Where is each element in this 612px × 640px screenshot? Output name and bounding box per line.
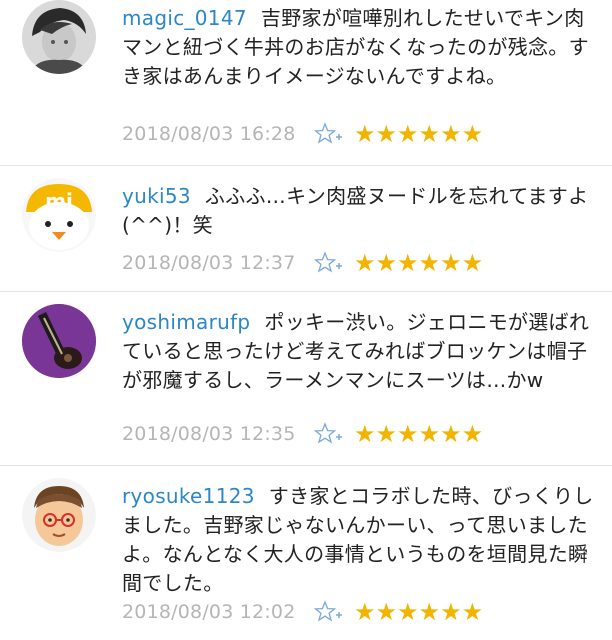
timestamp: 2018/08/03 12:35 <box>122 423 296 445</box>
avatar[interactable] <box>22 478 96 552</box>
comment-text: yuki53 ふふふ…キン肉盛ヌードルを忘れてますよ(^^)！笑 <box>122 182 598 240</box>
comment-meta: 2018/08/03 12:37 ★★★★★★ <box>122 249 483 277</box>
star-plus-icon[interactable] <box>314 600 344 624</box>
duck-mi-icon: mi <box>22 178 96 252</box>
comment-text: ryosuke1123 すき家とコラボした時、びっくりしました。吉野家じゃないんか… <box>122 482 598 598</box>
avatar[interactable] <box>22 304 96 378</box>
username-link[interactable]: yoshimarufp <box>122 310 250 334</box>
comment-body: ふふふ…キン肉盛ヌードルを忘れてますよ(^^)！笑 <box>122 184 589 237</box>
star-plus-icon[interactable] <box>314 122 344 146</box>
star-plus-icon[interactable] <box>314 251 344 275</box>
comment-item: yoshimarufp ポッキー渋い。ジェロニモが選ばれていると思ったけど考えてみ… <box>0 291 612 465</box>
comment-item: ryosuke1123 すき家とコラボした時、びっくりしました。吉野家じゃないんか… <box>0 465 612 640</box>
username-link[interactable]: ryosuke1123 <box>122 484 255 508</box>
username-link[interactable]: yuki53 <box>122 184 191 208</box>
comment-text: yoshimarufp ポッキー渋い。ジェロニモが選ばれていると思ったけど考えてみ… <box>122 308 598 395</box>
timestamp: 2018/08/03 12:02 <box>122 601 296 623</box>
comment-item: magic_0147 吉野家が喧嘩別れしたせいでキン肉マンと紐づく牛丼のお店がなく… <box>0 0 612 165</box>
timestamp: 2018/08/03 16:28 <box>122 123 296 145</box>
star-plus-icon[interactable] <box>314 422 344 446</box>
timestamp: 2018/08/03 12:37 <box>122 252 296 274</box>
guitar-photo-icon <box>22 304 96 378</box>
comment-text: magic_0147 吉野家が喧嘩別れしたせいでキン肉マンと紐づく牛丼のお店がなく… <box>122 4 598 91</box>
comment-meta: 2018/08/03 12:35 ★★★★★★ <box>122 420 483 448</box>
cartoon-face-icon <box>22 478 96 552</box>
star-rating: ★★★★★★ <box>354 420 484 448</box>
comment-item: mi yuki53 ふふふ…キン肉盛ヌードルを忘れてますよ(^^)！笑 2018/… <box>0 165 612 291</box>
star-rating: ★★★★★★ <box>354 598 484 626</box>
user-photo-icon <box>22 0 96 74</box>
username-link[interactable]: magic_0147 <box>122 6 247 30</box>
star-rating: ★★★★★★ <box>354 249 484 277</box>
star-rating: ★★★★★★ <box>354 120 484 148</box>
comment-meta: 2018/08/03 12:02 ★★★★★★ <box>122 598 483 626</box>
avatar[interactable]: mi <box>22 178 96 252</box>
comment-list: magic_0147 吉野家が喧嘩別れしたせいでキン肉マンと紐づく牛丼のお店がなく… <box>0 0 612 640</box>
avatar[interactable] <box>22 0 96 74</box>
comment-meta: 2018/08/03 16:28 ★★★★★★ <box>122 120 483 148</box>
